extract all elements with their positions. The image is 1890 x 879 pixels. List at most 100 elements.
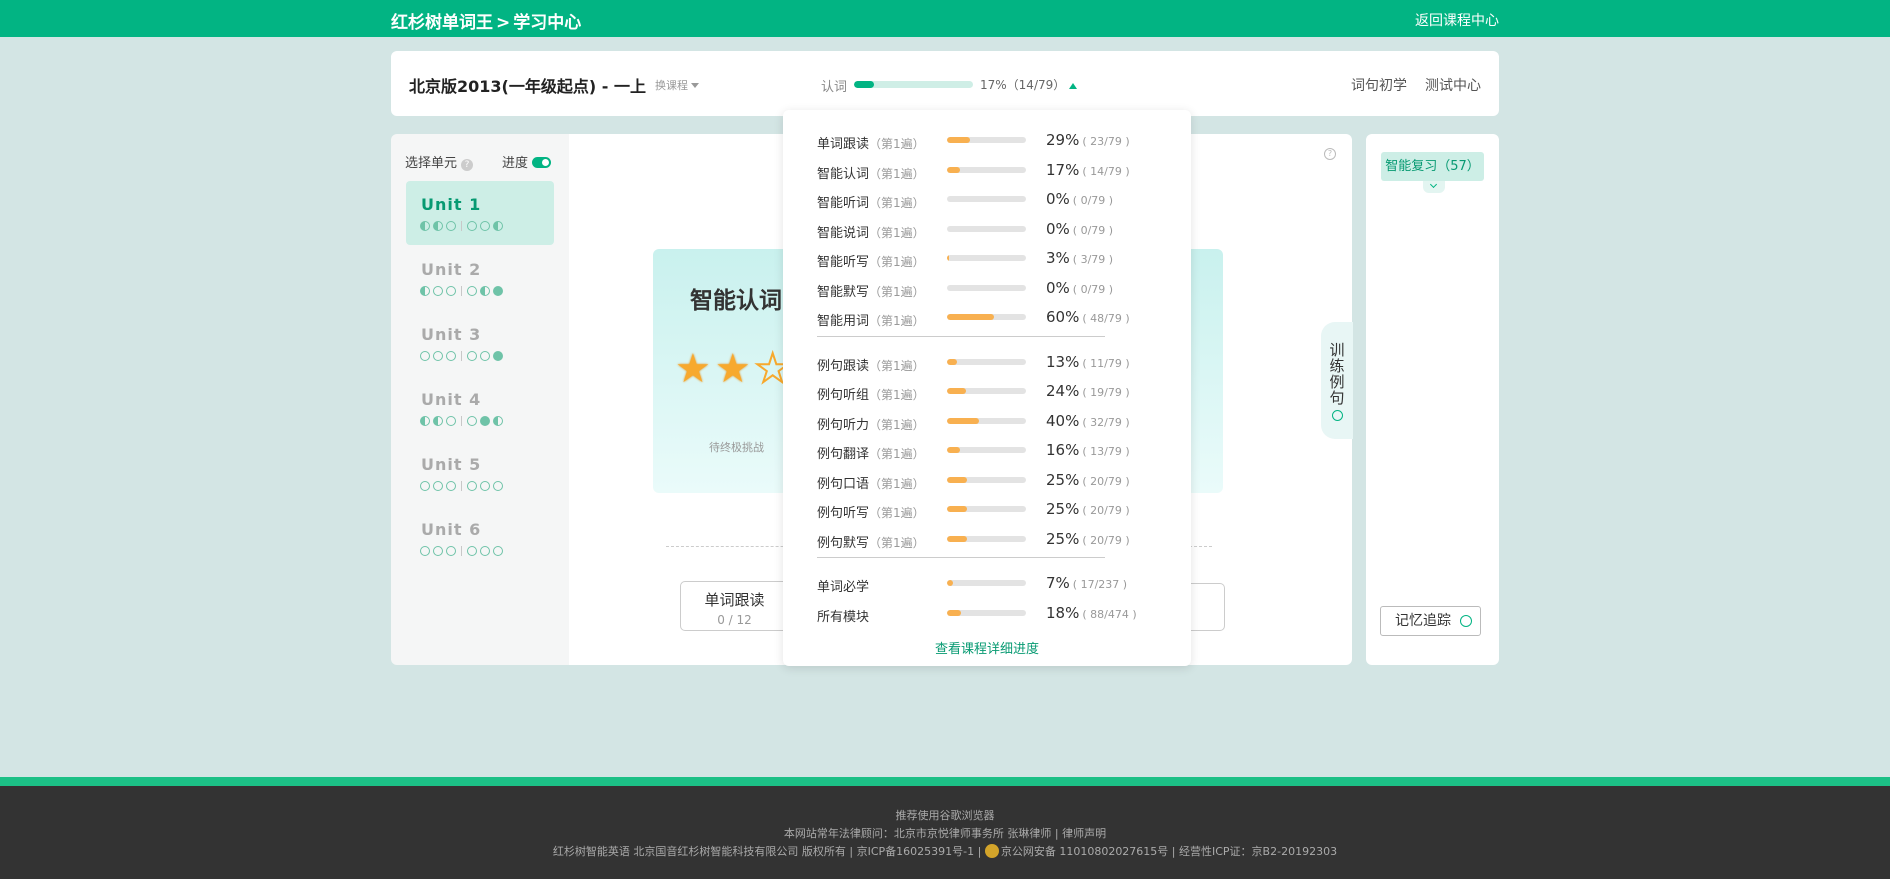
smart-review-button[interactable]: 智能复习（57） [1381,152,1484,181]
train-sentence-label: 训练例句 [1329,341,1345,407]
view-detail-progress-link[interactable]: 查看课程详细进度 [783,638,1191,657]
brand-name[interactable]: 红杉树单词王 [391,13,493,33]
module-progress-bar [947,506,1026,512]
module-percent-text: 0% [1046,190,1070,208]
footer-license-text[interactable]: 京公网安备 11010802027615号 | 经营性ICP证：京B2-2019… [1001,845,1337,858]
footer-legal[interactable]: 本网站常年法律顾问：北京市京悦律师事务所 张琳律师 | 律师声明 [0,825,1890,841]
star-rating: ★ ★ ★ [675,348,795,390]
module-name: 智能认词（第1遍） [817,163,925,182]
brand: 红杉树单词王 > 学习中心 [391,8,581,33]
module-percent: 16%( 13/79 ) [1046,441,1130,459]
module-percent: 18%( 88/474 ) [1046,604,1137,622]
progress-dot-icon [433,351,443,361]
module-progress-fill [947,506,967,512]
dot-separator [461,286,462,296]
back-to-course-center-link[interactable]: 返回课程中心 [1415,10,1499,30]
module-percent: 3%( 3/79 ) [1046,249,1113,267]
module-progress-bar [947,358,1026,365]
module-name-text: 智能听词 [817,196,870,211]
module-pass: （第1遍） [869,476,925,491]
progress-dot-icon [480,546,490,556]
module-name: 所有模块 [817,606,869,625]
progress-dot-icon [467,416,477,426]
help-icon[interactable]: ? [461,159,474,171]
popup-divider [817,557,1105,558]
dot-separator [461,481,462,491]
module-percent-text: 40% [1046,411,1080,430]
module-progress-bar [947,447,1026,453]
module-progress-bar [947,417,1026,424]
switch-course-button[interactable]: 换课程 [655,77,699,93]
module-percent: 0%( 0/79 ) [1046,190,1113,208]
module-pass: （第1遍） [869,417,925,432]
progress-dot-icon [480,221,490,231]
course-bar: 北京版2013(一年级起点) - 一上 换课程 认词 17%（14/79） 词句… [391,51,1499,116]
module-percent: 17%( 14/79 ) [1046,161,1130,179]
module-button-word-read[interactable]: 单词跟读 0 / 12 [680,581,789,631]
memory-track-button[interactable]: 记忆追踪 [1380,606,1481,636]
module-name-text: 例句翻译 [817,447,870,462]
dot-separator [461,416,462,426]
module-button-partial[interactable] [1189,583,1225,631]
module-percent-text: 0% [1046,219,1070,238]
overview-label: 认词 [821,80,848,95]
module-pass: （第1遍） [869,196,925,210]
module-progress-bar [947,580,1026,586]
module-name: 智能听写（第1遍） [817,251,925,270]
module-pass: （第1遍） [869,388,925,402]
module-progress-bar [947,535,1026,542]
progress-dot-icon [446,416,456,426]
module-percent-text: 17% [1046,160,1080,179]
progress-toggle[interactable] [532,157,552,168]
unit-item[interactable]: Unit 6 [406,506,554,570]
module-pass: （第1遍） [869,225,925,240]
module-progress-fill [947,417,979,424]
unit-progress-dots [420,221,506,233]
progress-dot-icon [420,351,430,361]
module-pass: （第1遍） [869,137,925,151]
module-count: ( 0/79 ) [1072,223,1114,237]
module-percent-text: 24% [1046,382,1080,400]
module-percent-text: 0% [1046,278,1070,297]
brand-separator: > [496,13,511,33]
help-icon[interactable]: ? [1324,148,1336,160]
module-pass: （第1遍） [869,314,925,328]
unit-item[interactable]: Unit 4 [406,376,554,440]
progress-dot-icon [420,221,430,231]
unit-item[interactable]: Unit 2 [406,246,554,310]
module-percent: 25%( 20/79 ) [1046,530,1130,548]
nav-word-sentence-learning[interactable]: 词句初学 [1351,75,1407,95]
module-count: ( 11/79 ) [1082,356,1130,370]
module-progress-fill [947,580,953,586]
unit-progress-dots [420,481,506,493]
train-sentence-tab[interactable]: 训练例句 [1321,322,1353,439]
module-progress-fill [947,447,960,453]
progress-dot-icon [493,351,503,361]
progress-dot-icon [493,546,503,556]
module-percent: 60%( 48/79 ) [1046,308,1130,326]
progress-dot-icon [446,546,456,556]
progress-dot-icon [480,351,490,361]
unit-name: Unit 6 [421,520,482,539]
nav-test-center[interactable]: 测试中心 [1425,75,1481,95]
unit-item[interactable]: Unit 3 [406,311,554,375]
module-progress-bar [947,388,1026,394]
police-badge-icon [984,844,999,858]
unit-item[interactable]: Unit 5 [406,441,554,505]
module-name: 例句翻译（第1遍） [817,443,925,462]
progress-dot-icon [467,546,477,556]
progress-dot-icon [467,481,477,491]
switch-course-label: 换课程 [655,79,688,92]
footer: 推荐使用谷歌浏览器 本网站常年法律顾问：北京市京悦律师事务所 张琳律师 | 律师… [0,786,1890,879]
caret-up-icon[interactable] [1069,83,1077,89]
footer-browser-tip: 推荐使用谷歌浏览器 [895,809,995,822]
module-percent-text: 29% [1046,131,1080,149]
module-percent-text: 3% [1046,249,1070,267]
unit-item[interactable]: Unit 1 [406,181,554,245]
module-name: 单词跟读（第1遍） [817,133,925,152]
progress-dot-icon [433,481,443,491]
module-percent: 0%( 0/79 ) [1046,220,1113,238]
module-progress-fill [947,609,962,616]
chevron-down-icon[interactable] [1423,181,1445,193]
module-count: ( 0/79 ) [1072,282,1114,296]
